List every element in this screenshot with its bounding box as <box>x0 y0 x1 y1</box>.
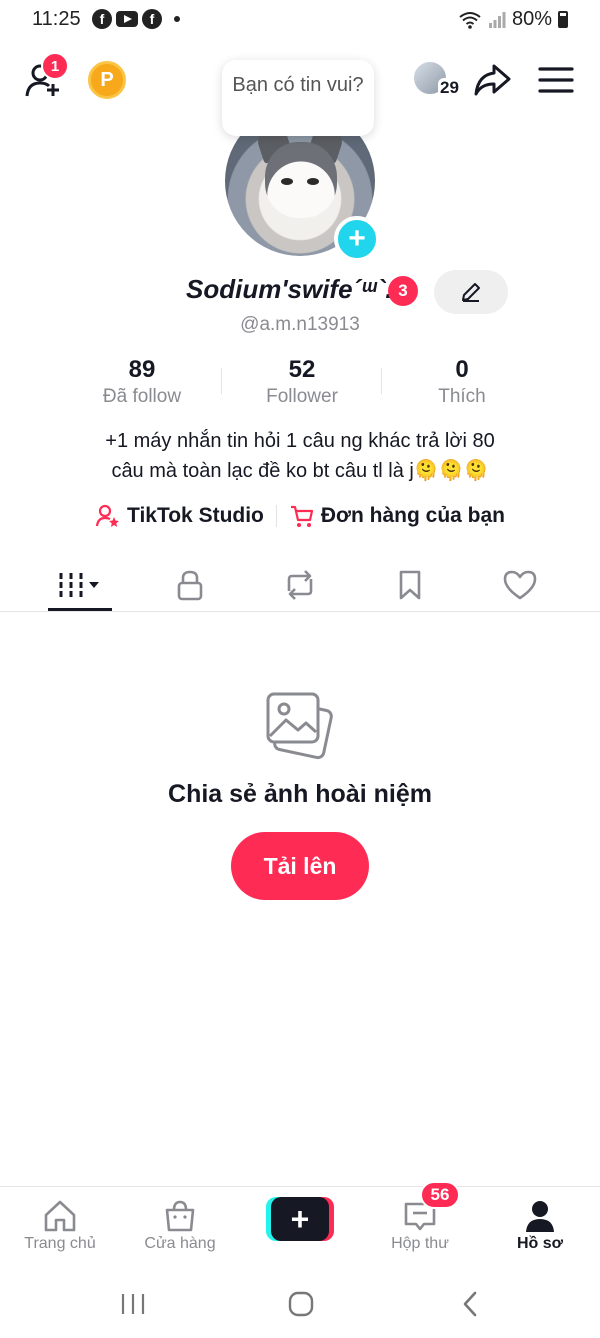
more-notifications-icon <box>174 16 180 22</box>
profile-visitors-button[interactable]: 29 <box>410 60 466 100</box>
system-navigation-bar <box>0 1270 600 1338</box>
avatar-eye <box>281 178 293 185</box>
tab-saved[interactable] <box>380 562 440 608</box>
recent-apps-icon <box>121 1294 145 1314</box>
likes-label: Thích <box>438 386 486 407</box>
heart-icon <box>503 570 537 600</box>
photos-icon <box>264 690 336 762</box>
home-circle-icon <box>288 1291 314 1317</box>
link-divider <box>275 505 277 527</box>
nav-home-label: Trang chủ <box>24 1235 96 1252</box>
username: @a.m.n13913 <box>240 314 360 335</box>
likes-stat[interactable]: 0 Thích <box>402 356 522 412</box>
following-count: 89 <box>128 356 156 383</box>
following-stat[interactable]: 89 Đã follow <box>82 356 202 412</box>
tiktok-studio-link[interactable]: TikTok Studio <box>95 503 264 529</box>
repost-icon <box>287 570 313 600</box>
bio-line: câu mà toàn lạc đề ko bt câu tl là j🫠🫠🫠 <box>111 460 489 482</box>
avatar-face <box>265 142 337 218</box>
tab-videos[interactable] <box>50 562 110 608</box>
coin-button[interactable]: P <box>88 61 126 99</box>
upload-button[interactable]: Tải lên <box>231 832 369 900</box>
bottom-nav: Trang chủ Cửa hàng + Hộp thư 56 Hồ sơ <box>0 1181 600 1264</box>
bio-line: +1 máy nhắn tin hỏi 1 câu ng khác trả lờ… <box>105 430 495 452</box>
nav-shop-label: Cửa hàng <box>144 1235 216 1252</box>
name-notification-badge: 3 <box>388 276 418 306</box>
back-icon <box>463 1291 477 1317</box>
profile-links: TikTok Studio Đơn hàng của bạn <box>0 500 600 532</box>
videos-grid-icon <box>59 573 99 597</box>
plus-icon: + <box>271 1197 329 1241</box>
battery-percent: 80% <box>511 8 552 30</box>
edit-profile-button[interactable] <box>434 270 508 314</box>
profile-stats: 89 Đã follow 52 Follower 0 Thích <box>82 356 522 412</box>
stat-divider <box>202 356 242 412</box>
followers-stat[interactable]: 52 Follower <box>242 356 362 412</box>
avatar-eye <box>307 178 319 185</box>
tiktok-studio-label: TikTok Studio <box>127 504 264 527</box>
facebook-icon: f <box>142 9 162 29</box>
signal-icon <box>488 11 506 28</box>
orders-link[interactable]: Đơn hàng của bạn <box>289 503 505 529</box>
battery-icon <box>558 11 568 28</box>
nav-profile-label: Hồ sơ <box>516 1235 564 1252</box>
nav-profile[interactable]: Hồ sơ <box>490 1197 590 1253</box>
followers-label: Follower <box>266 386 338 407</box>
facebook-icon: f <box>92 9 112 29</box>
back-button[interactable] <box>450 1288 490 1320</box>
visitors-count: 29 <box>438 78 461 98</box>
share-icon <box>474 64 511 96</box>
lock-icon <box>177 570 203 601</box>
wifi-icon <box>459 11 481 29</box>
followers-count: 52 <box>288 356 316 383</box>
tab-liked[interactable] <box>490 562 550 608</box>
friend-requests-badge: 1 <box>41 52 69 80</box>
tab-private[interactable] <box>160 562 220 608</box>
add-story-button[interactable]: + <box>334 216 380 262</box>
add-friends-button[interactable]: 1 <box>24 52 69 100</box>
notification-icons: f f <box>92 9 180 29</box>
share-profile-button[interactable] <box>472 60 512 100</box>
home-icon <box>44 1200 76 1232</box>
cart-icon <box>290 505 313 527</box>
recent-apps-button[interactable] <box>113 1288 153 1320</box>
display-name: Sodium'swife´ᵚ`. <box>186 274 393 304</box>
nav-home[interactable]: Trang chủ <box>10 1197 110 1253</box>
status-right: 80% <box>458 8 568 31</box>
story-tooltip[interactable]: Bạn có tin vui? <box>222 60 374 136</box>
inbox-badge: 56 <box>420 1181 460 1209</box>
create-button[interactable]: + <box>266 1197 334 1241</box>
home-system-button[interactable] <box>281 1288 321 1320</box>
status-time: 11:25 <box>32 8 81 30</box>
hamburger-icon <box>538 67 574 93</box>
nav-inbox-label: Hộp thư <box>391 1235 449 1252</box>
active-tab-indicator <box>48 608 112 611</box>
youtube-icon <box>116 11 138 27</box>
studio-icon <box>95 504 119 527</box>
bookmark-icon <box>399 570 421 600</box>
pencil-icon <box>462 283 480 302</box>
profile-bio[interactable]: +1 máy nhắn tin hỏi 1 câu ng khác trả lờ… <box>0 426 600 486</box>
name-row: Sodium'swife´ᵚ`. 3 <box>0 270 600 314</box>
stat-divider <box>362 356 402 412</box>
empty-state-title: Chia sẻ ảnh hoài niệm <box>168 780 432 808</box>
tab-reposts[interactable] <box>270 562 330 608</box>
nav-shop[interactable]: Cửa hàng <box>130 1197 230 1253</box>
shopping-bag-icon <box>165 1200 195 1232</box>
profile-tabs <box>0 556 600 612</box>
profile-icon <box>526 1201 554 1232</box>
menu-button[interactable] <box>538 64 574 96</box>
orders-label: Đơn hàng của bạn <box>320 504 505 527</box>
likes-count: 0 <box>455 356 469 383</box>
status-bar: 11:25 f f 80% <box>0 0 600 40</box>
following-label: Đã follow <box>102 386 182 407</box>
